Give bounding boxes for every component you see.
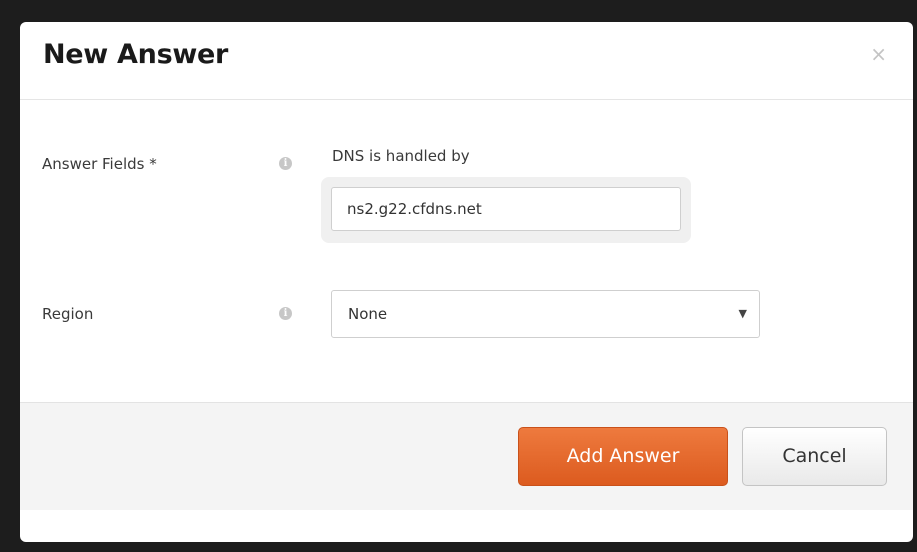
add-answer-button[interactable]: Add Answer — [518, 427, 728, 486]
region-select[interactable]: None ▼ — [331, 290, 760, 338]
info-circle-icon[interactable]: i — [279, 307, 292, 320]
modal-title: New Answer — [43, 39, 229, 70]
info-circle-icon[interactable]: i — [279, 157, 292, 170]
cancel-button[interactable]: Cancel — [742, 427, 887, 486]
region-label: Region — [42, 305, 94, 323]
caret-down-icon: ▼ — [738, 307, 747, 320]
nameserver-input[interactable] — [331, 187, 681, 231]
answer-field-group — [321, 177, 691, 243]
new-answer-modal: New Answer × Answer Fields * i DNS is ha… — [20, 22, 913, 542]
region-selected-value: None — [348, 305, 388, 323]
modal-header: New Answer × — [20, 22, 913, 100]
close-icon[interactable]: × — [870, 44, 887, 64]
answer-fields-label: Answer Fields * — [42, 155, 157, 173]
dns-handled-by-label: DNS is handled by — [332, 147, 470, 165]
modal-footer: Add Answer Cancel — [20, 402, 913, 510]
